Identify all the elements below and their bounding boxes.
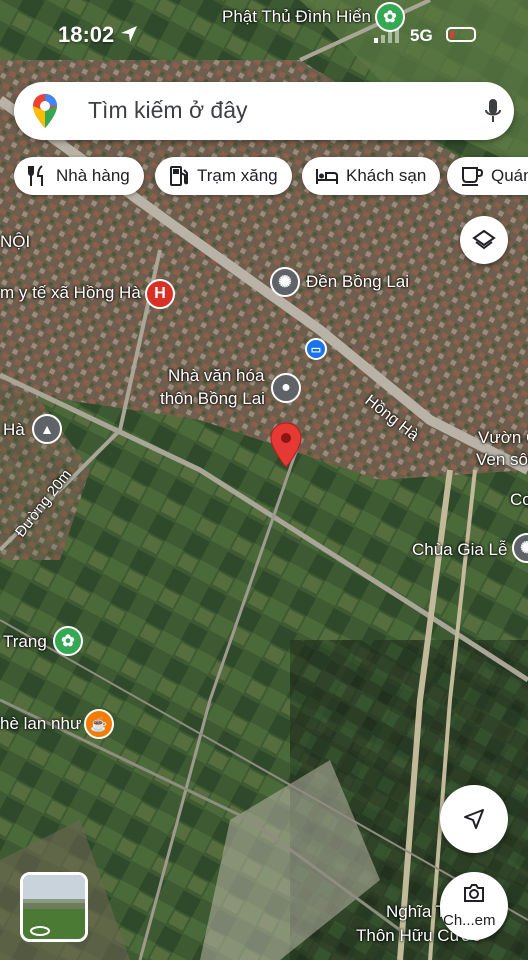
- chip-label: Quán: [491, 166, 528, 185]
- chip-label: Nhà hàng: [56, 166, 130, 185]
- cafe-icon: [462, 167, 483, 186]
- camera-button-label: Ch...em: [443, 912, 496, 929]
- search-input[interactable]: Tìm kiếm ở đây: [88, 97, 248, 124]
- map-label-cafe[interactable]: hè lan như: [0, 714, 81, 734]
- hotel-icon: [316, 169, 338, 184]
- gas-station-icon: [170, 166, 188, 186]
- map-label-phat-thu[interactable]: Phật Thủ Đình Hiển: [222, 7, 371, 27]
- 360-view-icon: [30, 926, 50, 936]
- dropped-pin-icon[interactable]: [270, 422, 302, 468]
- map-label-cemetery-line1[interactable]: Nghĩa T: [386, 902, 446, 922]
- battery-icon: [446, 27, 476, 42]
- layers-button[interactable]: [460, 216, 508, 264]
- coffee-icon[interactable]: ☕: [84, 709, 114, 739]
- school-icon[interactable]: ▲: [32, 414, 62, 444]
- map-label-chua-gia-le[interactable]: Chùa Gia Lễ: [412, 540, 507, 560]
- layers-icon: [472, 229, 496, 250]
- chip-restaurants[interactable]: Nhà hàng: [14, 157, 144, 195]
- network-type: 5G: [410, 26, 433, 45]
- map-label-den-bong-lai[interactable]: Đền Bồng Lai: [306, 272, 409, 292]
- location-arrow-icon: [121, 26, 137, 42]
- map-label-trang[interactable]: Trang: [3, 632, 47, 652]
- landmark-icon[interactable]: ●: [271, 373, 301, 403]
- map-label-culture-house-line1[interactable]: Nhà văn hóa: [168, 366, 264, 386]
- map-label-garden-line2[interactable]: Ven sôn: [476, 450, 528, 470]
- chip-cafes[interactable]: Quán: [447, 157, 528, 195]
- chip-gas-stations[interactable]: Trạm xăng: [155, 157, 292, 195]
- chip-hotels[interactable]: Khách sạn: [302, 157, 441, 195]
- flower-icon[interactable]: ✿: [375, 2, 405, 32]
- camera-icon: [464, 884, 484, 902]
- street-view-thumbnail[interactable]: [20, 872, 88, 942]
- map-label-garden-line1[interactable]: Vườn C: [478, 428, 528, 448]
- status-time: 18:02: [58, 22, 115, 47]
- maps-logo-icon: [33, 94, 57, 128]
- map-label-ha[interactable]: Hà: [3, 420, 25, 440]
- lens-camera-button[interactable]: Ch...em: [440, 872, 508, 940]
- bus-stop-icon[interactable]: ▭: [305, 338, 327, 360]
- map-label-noi: NỘI: [0, 232, 31, 251]
- map-label-co: Cơ: [510, 490, 528, 509]
- my-location-button[interactable]: [440, 785, 508, 853]
- temple-icon[interactable]: ✺: [270, 267, 300, 297]
- search-bar[interactable]: Tìm kiếm ở đây: [14, 82, 514, 140]
- chip-label: Khách sạn: [346, 166, 427, 185]
- navigation-arrow-icon: [464, 809, 484, 829]
- microphone-icon[interactable]: [484, 98, 502, 124]
- park-icon[interactable]: ✿: [53, 626, 83, 656]
- chip-label: Trạm xăng: [197, 166, 278, 185]
- map-label-health-station[interactable]: m y tế xã Hồng Hà: [0, 283, 141, 303]
- restaurant-icon: [28, 165, 43, 186]
- map-label-culture-house-line2[interactable]: thôn Bồng Lai: [160, 389, 265, 409]
- hospital-icon[interactable]: H: [145, 279, 175, 309]
